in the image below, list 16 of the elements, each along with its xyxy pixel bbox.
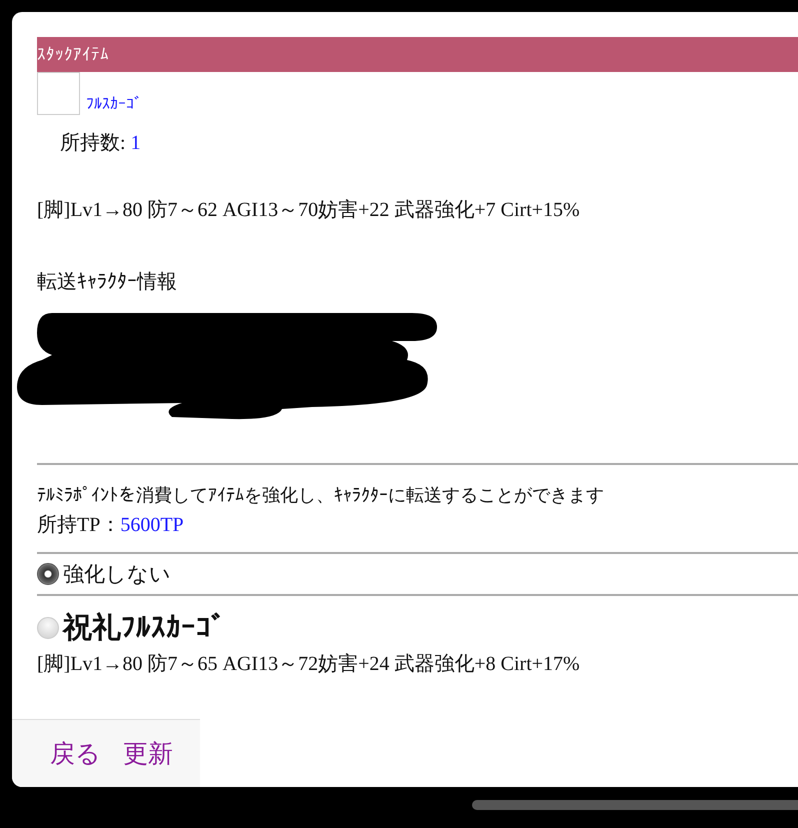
count-label: 所持数:	[60, 132, 127, 154]
radio-button[interactable]	[37, 563, 59, 585]
option-label: 祝礼ﾌﾙｽｶｰｺﾞ	[63, 609, 226, 646]
tp-label: 所持TP：	[37, 514, 120, 536]
option-stats: [脚]Lv1→80 防7～65 AGI13～72妨害+24 武器強化+8 Cirt+17%	[37, 652, 581, 677]
description-text: ﾃﾙﾐﾗﾎﾟｲﾝﾄを消費してｱｲﾃﾑを強化し、ｷｬﾗｸﾀｰに転送することができます	[37, 484, 605, 507]
item-stats: [脚]Lv1→80 防7～62 AGI13～70妨害+22 武器強化+7 Cirt+15%	[37, 198, 581, 223]
tp-value-link[interactable]: 5600TP	[120, 514, 184, 536]
item-thumbnail	[37, 72, 80, 115]
count-link[interactable]: 1	[130, 132, 141, 154]
footer-link[interactable]: 更新	[123, 737, 173, 770]
item-name-link[interactable]: ﾌﾙｽｶｰｺﾞ	[86, 94, 142, 113]
transfer-heading: 転送ｷｬﾗｸﾀｰ情報	[37, 270, 178, 295]
footer-link[interactable]: 戻る	[50, 737, 101, 770]
section-header: ｽﾀｯｸｱｲﾃﾑ	[37, 37, 798, 72]
option-label: 強化しない	[63, 561, 171, 588]
